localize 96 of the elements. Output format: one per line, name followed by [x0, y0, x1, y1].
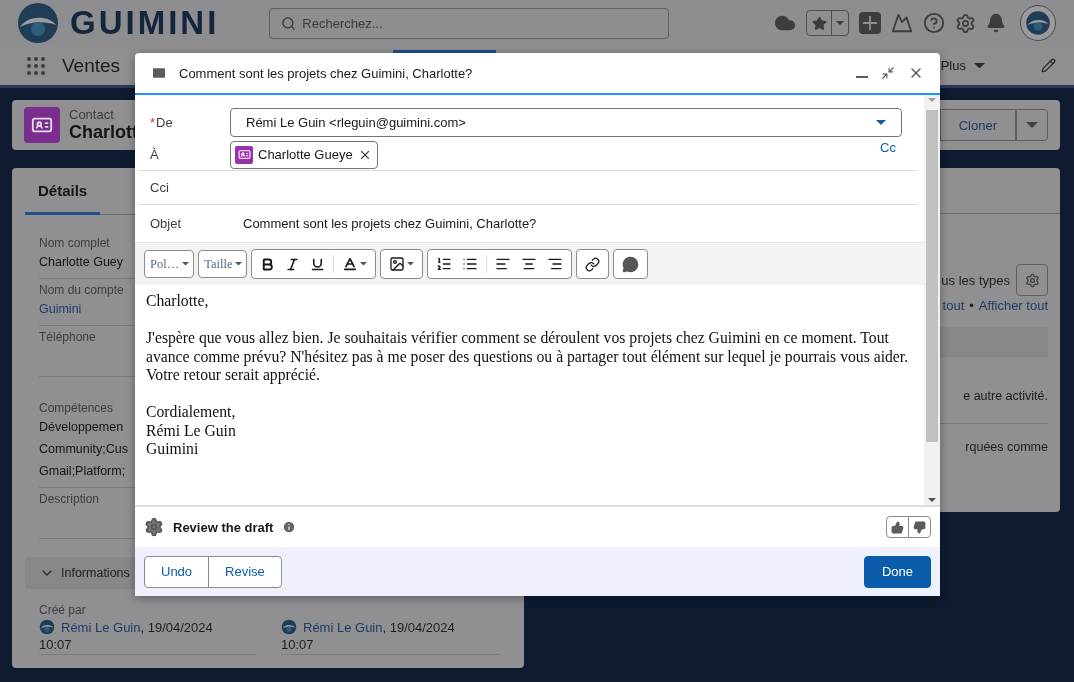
logo-icon	[16, 1, 60, 45]
caret-icon	[928, 98, 936, 102]
more-actions-button[interactable]	[1016, 109, 1048, 141]
app-name: Ventes	[62, 54, 121, 77]
info-icon[interactable]	[282, 520, 297, 534]
thumbs-down-icon	[913, 520, 926, 534]
cc-link[interactable]: Cc	[880, 140, 896, 155]
created-date: , 19/04/2024	[140, 619, 213, 635]
record-type: Contact	[69, 107, 115, 122]
from-label: *De	[149, 114, 174, 130]
help-icon[interactable]	[923, 12, 945, 34]
collapse-button[interactable]	[881, 66, 895, 80]
bcc-label: Cci	[149, 180, 170, 195]
comment-icon	[622, 255, 640, 273]
scrollbar[interactable]	[924, 95, 940, 505]
thumbs-down-button[interactable]	[908, 516, 931, 538]
caret-icon	[1026, 122, 1038, 128]
paragraph: Charlotte,	[146, 292, 210, 311]
caret-icon	[360, 262, 368, 266]
mountain-icon[interactable]	[891, 12, 913, 34]
field-value: Développemen	[39, 419, 124, 436]
expand-link[interactable]: tout	[942, 298, 965, 313]
created-date: , 19/04/2024	[382, 619, 455, 635]
done-button[interactable]: Done	[863, 555, 931, 588]
edit-icon[interactable]	[1041, 58, 1056, 73]
favorites-button[interactable]	[806, 10, 849, 36]
action-button[interactable]: Undo	[144, 555, 210, 588]
caret-icon	[928, 498, 936, 502]
star-icon	[811, 15, 827, 31]
settings-icon[interactable]	[955, 12, 976, 34]
logo-icon	[39, 619, 55, 635]
created-time: 10:07	[39, 637, 73, 652]
italic-icon	[285, 256, 301, 272]
plus-icon[interactable]	[859, 12, 881, 34]
bell-icon[interactable]	[986, 13, 1006, 33]
activity-message: rquées comme	[964, 440, 1048, 454]
caret-icon	[182, 262, 190, 266]
settings-button[interactable]	[1016, 264, 1048, 296]
field-value: Community;Cus	[39, 441, 128, 458]
contact-icon	[235, 145, 253, 164]
settings-icon	[1024, 272, 1040, 288]
caret-icon	[407, 262, 415, 266]
field-label: Téléphone	[39, 330, 96, 344]
caret-icon	[836, 21, 844, 25]
collapse-icon	[881, 66, 895, 80]
search-icon	[281, 15, 297, 31]
field-link[interactable]: Guimini	[39, 300, 82, 319]
link-icon	[585, 256, 601, 272]
logo-icon	[1025, 10, 1051, 36]
details-tab[interactable]: Détails	[25, 168, 101, 215]
image-icon	[389, 256, 406, 272]
avatar[interactable]	[1020, 5, 1056, 41]
action-button[interactable]: Cloner	[939, 109, 1016, 141]
caret-icon	[974, 62, 985, 69]
align-center-icon	[521, 256, 538, 272]
more-tab[interactable]: Plus	[940, 58, 966, 73]
subject-field[interactable]: Comment sont les projets chez Guimini, Charlotte?	[243, 216, 537, 231]
search-field[interactable]: Recherchez...	[269, 7, 670, 39]
action-button[interactable]: Revise	[208, 555, 282, 588]
underline-icon	[310, 256, 326, 272]
minimize-icon	[856, 76, 868, 78]
contact-icon	[24, 107, 60, 143]
field-label: Nom du compte	[39, 283, 124, 297]
subject-label: Objet	[149, 216, 183, 231]
review-title: Review the draft	[173, 519, 274, 535]
filter-text: us les types	[941, 272, 1010, 288]
record-name: Charlott	[69, 122, 138, 143]
thumbs-up-icon	[891, 520, 904, 534]
created-time: 10:07	[281, 637, 315, 652]
view-all-link[interactable]: Afficher tout	[978, 298, 1048, 313]
recipient-pill[interactable]: Charlotte Gueye	[230, 140, 378, 169]
separator: •	[969, 298, 974, 313]
align-right-icon	[547, 256, 564, 272]
logo-icon	[281, 619, 297, 635]
composer-title: Comment sont les projets chez Guimini, Charlotte?	[179, 65, 473, 81]
caret-icon	[235, 262, 243, 266]
field-label: Compétences	[39, 401, 114, 415]
caret-icon	[876, 119, 886, 125]
field-value: Gmail;Platform;	[39, 463, 126, 480]
bullet-list-icon	[462, 256, 479, 272]
font-select[interactable]: Pol…	[144, 250, 195, 278]
text-color-icon	[342, 256, 359, 272]
size-select[interactable]: Taille	[198, 250, 248, 278]
field-value: Charlotte Guey	[39, 254, 124, 271]
paragraph: J'espère que vous allez bien. Je souhaitais vérifier comment se déroulent vos projets chez Guimini en ce moment. Tout avance comme prévu? N'hésitez pas à me poser des questions ou à partager tout élément sur lequel je pourrais vous aider. Votre retour serait apprécié.	[146, 329, 910, 385]
field-label: Nom complet	[39, 236, 110, 250]
thumbs-up-button[interactable]	[886, 516, 909, 538]
from-select[interactable]: Rémi Le Guin <rleguin@guimini.com>	[230, 107, 902, 137]
align-left-icon	[495, 256, 512, 272]
field-label: Description	[39, 492, 100, 506]
paragraph: Cordialement, Rémi Le Guin Guimini	[146, 403, 237, 459]
numbered-list-icon	[436, 256, 453, 272]
bold-icon	[260, 256, 276, 272]
to-label: À	[149, 147, 160, 162]
field-label: Créé par	[39, 603, 86, 617]
brand-name: GUIMINI	[70, 4, 220, 42]
